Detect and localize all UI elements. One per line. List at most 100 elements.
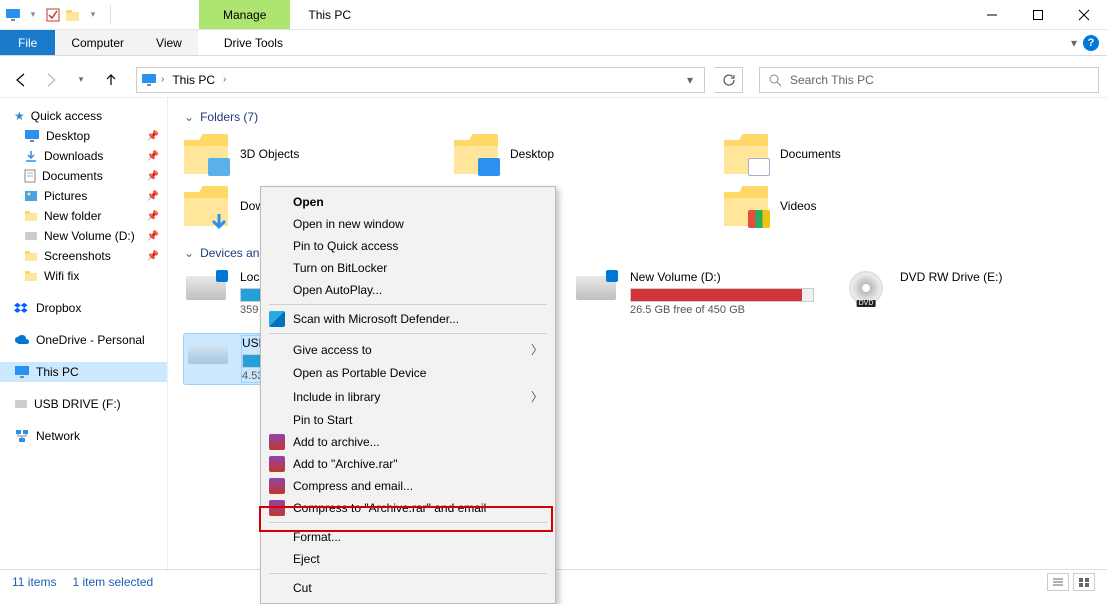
sidebar-item-label: USB DRIVE (F:) <box>34 397 121 411</box>
drive-new-volume-d[interactable]: New Volume (D:) 26.5 GB free of 450 GB <box>574 270 814 316</box>
folder-documents[interactable]: Documents <box>724 134 964 174</box>
menu-defender-scan[interactable]: Scan with Microsoft Defender... <box>263 308 553 330</box>
drive-icon <box>14 399 28 409</box>
search-placeholder: Search This PC <box>790 73 874 87</box>
sidebar-item-label: This PC <box>36 365 79 379</box>
search-icon <box>768 73 782 87</box>
drive-label: DVD RW Drive (E:) <box>900 270 1084 284</box>
sidebar-item-screenshots[interactable]: Screenshots📌 <box>0 246 167 266</box>
chevron-down-icon[interactable]: ▾ <box>84 6 102 24</box>
pictures-icon <box>24 190 38 202</box>
folder-3d-objects[interactable]: 3D Objects <box>184 134 424 174</box>
section-folders[interactable]: ⌄ Folders (7) <box>184 110 1091 124</box>
sidebar-item-downloads[interactable]: Downloads 📌 <box>0 146 167 166</box>
recent-locations-button[interactable]: ▾ <box>68 67 94 93</box>
menu-portable-device[interactable]: Open as Portable Device <box>263 362 553 384</box>
chevron-down-icon[interactable]: ▾ <box>24 6 42 24</box>
menu-give-access[interactable]: Give access to〉 <box>263 337 553 362</box>
address-dropdown-icon[interactable]: ▾ <box>680 73 700 87</box>
navigation-bar: ▾ › This PC › ▾ Search This PC <box>0 62 1107 98</box>
refresh-button[interactable] <box>715 67 743 93</box>
file-tab[interactable]: File <box>0 30 55 55</box>
sidebar-item-new-volume[interactable]: New Volume (D:)📌 <box>0 226 167 246</box>
tab-drive-tools[interactable]: Drive Tools <box>208 30 299 55</box>
back-button[interactable] <box>8 67 34 93</box>
maximize-button[interactable] <box>1015 0 1061 29</box>
sidebar-item-usb-drive[interactable]: USB DRIVE (F:) <box>0 394 167 414</box>
cloud-icon <box>14 334 30 346</box>
address-bar[interactable]: › This PC › ▾ <box>136 67 705 93</box>
menu-cut[interactable]: Cut <box>263 577 553 599</box>
menu-add-archive[interactable]: Add to archive... <box>263 431 553 453</box>
chevron-right-icon[interactable]: › <box>161 74 164 85</box>
folder-icon <box>24 270 38 282</box>
menu-separator <box>269 522 547 523</box>
search-input[interactable]: Search This PC <box>759 67 1099 93</box>
menu-autoplay[interactable]: Open AutoPlay... <box>263 279 553 301</box>
drive-icon <box>24 231 38 241</box>
menu-format[interactable]: Format... <box>263 526 553 548</box>
folder-videos[interactable]: Videos <box>724 186 964 226</box>
pin-icon: 📌 <box>147 211 159 222</box>
breadcrumb-this-pc[interactable]: This PC <box>168 73 219 87</box>
menu-pin-start[interactable]: Pin to Start <box>263 409 553 431</box>
sidebar-quick-access[interactable]: ★ Quick access <box>0 106 167 126</box>
folder-desktop[interactable]: Desktop <box>454 134 694 174</box>
section-label: Folders (7) <box>200 110 258 124</box>
chevron-right-icon[interactable]: › <box>223 74 226 85</box>
forward-button[interactable] <box>38 67 64 93</box>
sidebar-item-dropbox[interactable]: Dropbox <box>0 298 167 318</box>
menu-separator <box>269 573 547 574</box>
expand-ribbon-icon[interactable]: ▾ <box>1071 36 1077 50</box>
tab-computer[interactable]: Computer <box>55 30 140 55</box>
pin-icon: 📌 <box>147 151 159 162</box>
close-button[interactable] <box>1061 0 1107 29</box>
chevron-down-icon: ⌄ <box>184 110 194 124</box>
network-icon <box>14 429 30 443</box>
up-button[interactable] <box>98 67 124 93</box>
menu-include-library[interactable]: Include in library〉 <box>263 384 553 409</box>
menu-separator <box>269 333 547 334</box>
help-icon[interactable]: ? <box>1083 35 1099 51</box>
sidebar-item-documents[interactable]: Documents📌 <box>0 166 167 186</box>
menu-pin-quick-access[interactable]: Pin to Quick access <box>263 235 553 257</box>
menu-add-archive-rar[interactable]: Add to "Archive.rar" <box>263 453 553 475</box>
monitor-icon <box>141 73 157 87</box>
download-icon <box>24 149 38 163</box>
menu-compress-email[interactable]: Compress and email... <box>263 475 553 497</box>
large-icons-view-button[interactable] <box>1073 573 1095 591</box>
window-title: This PC <box>290 0 369 29</box>
minimize-button[interactable] <box>969 0 1015 29</box>
drive-dvd-rw-e[interactable]: DVD RW Drive (E:) <box>844 270 1084 316</box>
folder-label: 3D Objects <box>240 147 299 161</box>
tab-view[interactable]: View <box>140 30 198 55</box>
folder-icon <box>24 250 38 262</box>
menu-open[interactable]: Open <box>263 191 553 213</box>
context-tab-manage[interactable]: Manage <box>199 0 290 29</box>
sidebar-item-label: Downloads <box>44 149 103 163</box>
sidebar-item-label: Quick access <box>31 109 102 123</box>
sidebar-item-label: New Volume (D:) <box>44 229 135 243</box>
sidebar-item-label: Wifi fix <box>44 269 79 283</box>
menu-compress-rar-email[interactable]: Compress to "Archive.rar" and email <box>263 497 553 519</box>
sidebar-item-desktop[interactable]: Desktop📌 <box>0 126 167 146</box>
sidebar-item-network[interactable]: Network <box>0 426 167 446</box>
sidebar-item-label: Dropbox <box>36 301 81 315</box>
details-view-button[interactable] <box>1047 573 1069 591</box>
archive-icon <box>269 478 285 494</box>
sidebar-item-onedrive[interactable]: OneDrive - Personal <box>0 330 167 350</box>
archive-icon <box>269 456 285 472</box>
sidebar-item-new-folder[interactable]: New folder📌 <box>0 206 167 226</box>
chevron-right-icon: 〉 <box>531 341 543 358</box>
sidebar-item-this-pc[interactable]: This PC <box>0 362 167 382</box>
dropbox-icon <box>14 301 30 315</box>
item-count: 11 items <box>12 575 56 589</box>
sidebar-item-pictures[interactable]: Pictures📌 <box>0 186 167 206</box>
menu-eject[interactable]: Eject <box>263 548 553 570</box>
properties-checkbox-icon[interactable] <box>44 6 62 24</box>
sidebar-item-wifi-fix[interactable]: Wifi fix <box>0 266 167 286</box>
menu-bitlocker[interactable]: Turn on BitLocker <box>263 257 553 279</box>
new-folder-icon[interactable] <box>64 6 82 24</box>
menu-open-new-window[interactable]: Open in new window <box>263 213 553 235</box>
download-arrow-icon <box>208 212 230 230</box>
